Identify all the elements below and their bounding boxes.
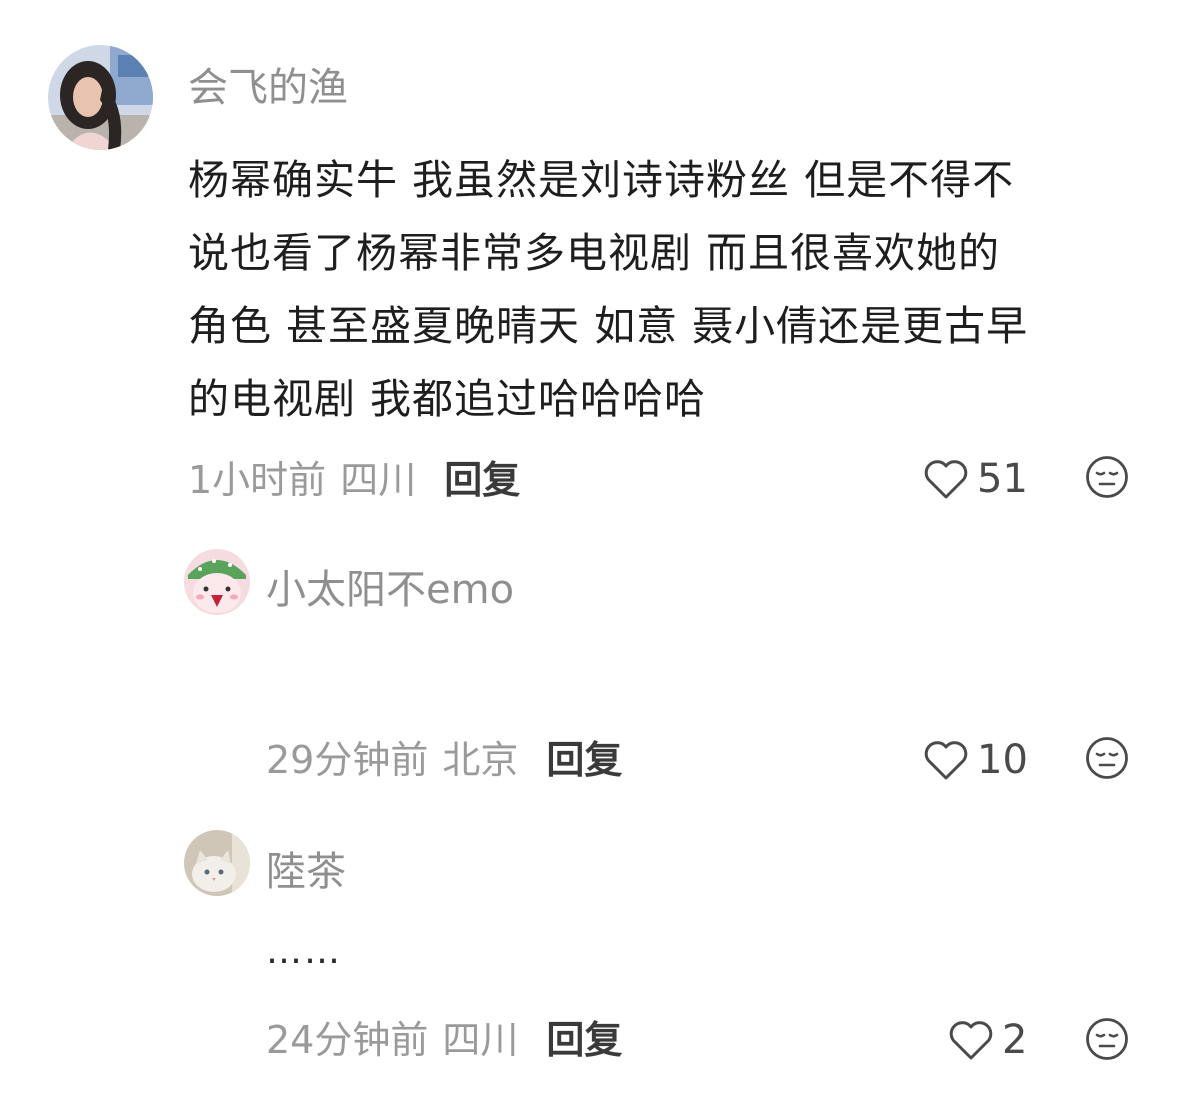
username[interactable]: 陸茶 [266, 848, 346, 896]
like-count: 2 [1002, 1017, 1028, 1063]
reply-text: …… [266, 931, 342, 972]
comment-text-line: 杨幂确实牛 我虽然是刘诗诗粉丝 但是不得不 [188, 156, 1015, 204]
timestamp: 29分钟前 [266, 738, 429, 782]
like-count: 51 [977, 456, 1028, 502]
comment-text: 杨幂确实牛 我虽然是刘诗诗粉丝 但是不得不 说也看了杨幂非常多电视剧 而且很喜欢… [188, 144, 1028, 436]
cartoon-avatar-icon [184, 549, 250, 615]
cat-avatar-icon [184, 830, 250, 896]
face-emoji-icon[interactable] [1085, 1017, 1129, 1061]
comment-text-line: 角色 甚至盛夏晚晴天 如意 聂小倩还是更古早 [188, 302, 1029, 350]
face-emoji-icon[interactable] [1085, 736, 1129, 780]
reply-button[interactable]: 回复 [546, 1018, 622, 1062]
avatar[interactable] [184, 549, 250, 615]
like-button[interactable]: 51 [923, 457, 1028, 501]
avatar[interactable] [184, 830, 250, 896]
comment-meta: 24分钟前 四川 回复 [266, 1018, 622, 1062]
comment-meta: 1小时前 四川 回复 [188, 458, 520, 502]
like-button[interactable]: 10 [923, 738, 1028, 782]
location: 四川 [442, 1018, 519, 1062]
comment-meta: 29分钟前 北京 回复 [266, 738, 622, 782]
like-button[interactable]: 2 [948, 1018, 1027, 1062]
face-emoji-icon[interactable] [1085, 455, 1129, 499]
location: 北京 [442, 738, 519, 782]
timestamp: 1小时前 [188, 458, 327, 502]
location: 四川 [340, 458, 417, 502]
comment-text-line: 说也看了杨幂非常多电视剧 而且很喜欢她的 [188, 229, 1001, 277]
like-count: 10 [977, 737, 1028, 783]
reply-button[interactable]: 回复 [444, 458, 520, 502]
user-photo-icon [48, 45, 153, 150]
comment-text-line: 的电视剧 我都追过哈哈哈哈 [188, 375, 707, 423]
heart-outline-icon [924, 460, 968, 499]
username[interactable]: 小太阳不emo [266, 566, 514, 614]
avatar[interactable] [48, 45, 153, 150]
heart-outline-icon [924, 741, 968, 780]
heart-outline-icon [949, 1021, 993, 1060]
timestamp: 24分钟前 [266, 1018, 429, 1062]
username[interactable]: 会飞的渔 [188, 64, 348, 112]
reply-button[interactable]: 回复 [546, 738, 622, 782]
